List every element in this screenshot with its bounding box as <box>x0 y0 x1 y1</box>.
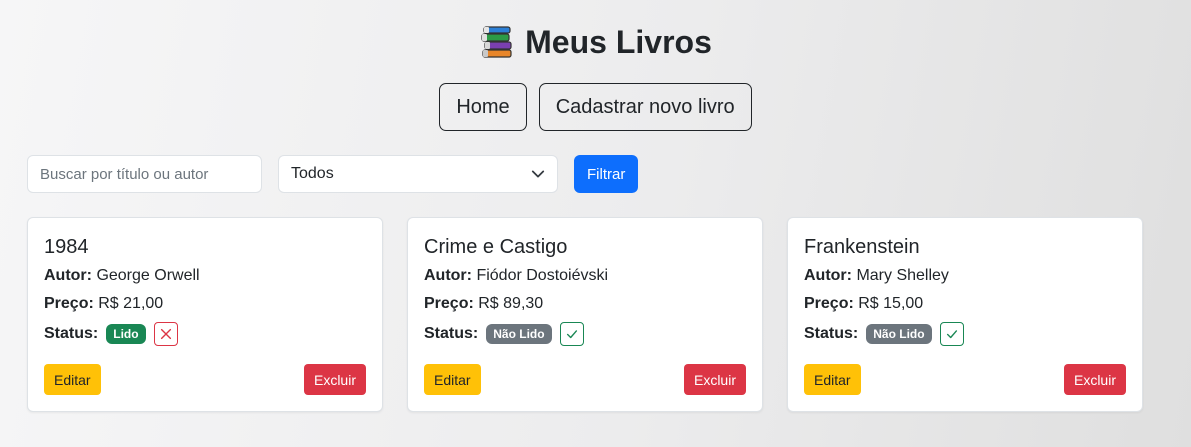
book-status-line: Status: Lido <box>44 322 366 346</box>
card-actions: Editar Excluir <box>804 364 1126 395</box>
status-select[interactable]: Todos <box>278 155 558 193</box>
book-card: Crime e Castigo Autor: Fiódor Dostoiévsk… <box>407 217 763 412</box>
page-header: Meus Livros <box>0 22 1191 62</box>
nav-bar: Home Cadastrar novo livro <box>0 83 1191 131</box>
status-label: Status: <box>44 325 99 342</box>
book-card: Frankenstein Autor: Mary Shelley Preço: … <box>787 217 1143 412</box>
book-title: Frankenstein <box>804 236 920 258</box>
status-badge: Lido <box>106 324 146 344</box>
search-input[interactable] <box>27 155 262 193</box>
book-author-line: Autor: Fiódor Dostoiévski <box>424 266 746 286</box>
book-price: R$ 15,00 <box>858 295 924 312</box>
book-author-line: Autor: George Orwell <box>44 266 366 286</box>
edit-button[interactable]: Editar <box>424 364 481 395</box>
book-title: Crime e Castigo <box>424 236 568 258</box>
check-icon <box>946 330 957 339</box>
delete-button[interactable]: Excluir <box>303 364 366 395</box>
book-author-line: Autor: Mary Shelley <box>804 266 1126 286</box>
new-book-button[interactable]: Cadastrar novo livro <box>538 83 752 131</box>
price-label: Preço: <box>44 295 94 312</box>
book-price-line: Preço: R$ 89,30 <box>424 294 746 314</box>
x-icon <box>160 328 171 340</box>
filter-bar: Todos Filtrar <box>27 155 639 193</box>
book-author: Mary Shelley <box>856 267 949 284</box>
status-badge: Não Lido <box>486 324 552 344</box>
book-price-line: Preço: R$ 15,00 <box>804 294 1126 314</box>
status-label: Status: <box>804 325 859 342</box>
card-actions: Editar Excluir <box>44 364 366 395</box>
edit-button[interactable]: Editar <box>44 364 101 395</box>
book-author: George Orwell <box>96 267 200 284</box>
mark-read-button[interactable] <box>559 322 584 346</box>
author-label: Autor: <box>804 267 852 284</box>
books-icon <box>479 24 515 60</box>
price-label: Preço: <box>804 295 854 312</box>
book-status-line: Status: Não Lido <box>804 322 1126 346</box>
delete-button[interactable]: Excluir <box>683 364 746 395</box>
status-badge: Não Lido <box>866 324 932 344</box>
chevron-down-icon <box>531 170 545 178</box>
delete-button[interactable]: Excluir <box>1063 364 1126 395</box>
home-button[interactable]: Home <box>439 83 527 131</box>
status-select-value: Todos <box>291 165 334 182</box>
mark-unread-button[interactable] <box>153 322 178 346</box>
filter-button[interactable]: Filtrar <box>574 155 639 193</box>
book-author: Fiódor Dostoiévski <box>476 267 609 284</box>
mark-read-button[interactable] <box>939 322 964 346</box>
book-price: R$ 89,30 <box>478 295 544 312</box>
book-status-line: Status: Não Lido <box>424 322 746 346</box>
card-actions: Editar Excluir <box>424 364 746 395</box>
book-title: 1984 <box>44 236 89 258</box>
book-list: 1984 Autor: George Orwell Preço: R$ 21,0… <box>27 217 1143 412</box>
edit-button[interactable]: Editar <box>804 364 861 395</box>
author-label: Autor: <box>424 267 472 284</box>
author-label: Autor: <box>44 267 92 284</box>
check-icon <box>566 330 577 339</box>
page-title: Meus Livros <box>525 24 712 60</box>
status-label: Status: <box>424 325 479 342</box>
book-card: 1984 Autor: George Orwell Preço: R$ 21,0… <box>27 217 383 412</box>
book-price: R$ 21,00 <box>98 295 164 312</box>
book-price-line: Preço: R$ 21,00 <box>44 294 366 314</box>
price-label: Preço: <box>424 295 474 312</box>
